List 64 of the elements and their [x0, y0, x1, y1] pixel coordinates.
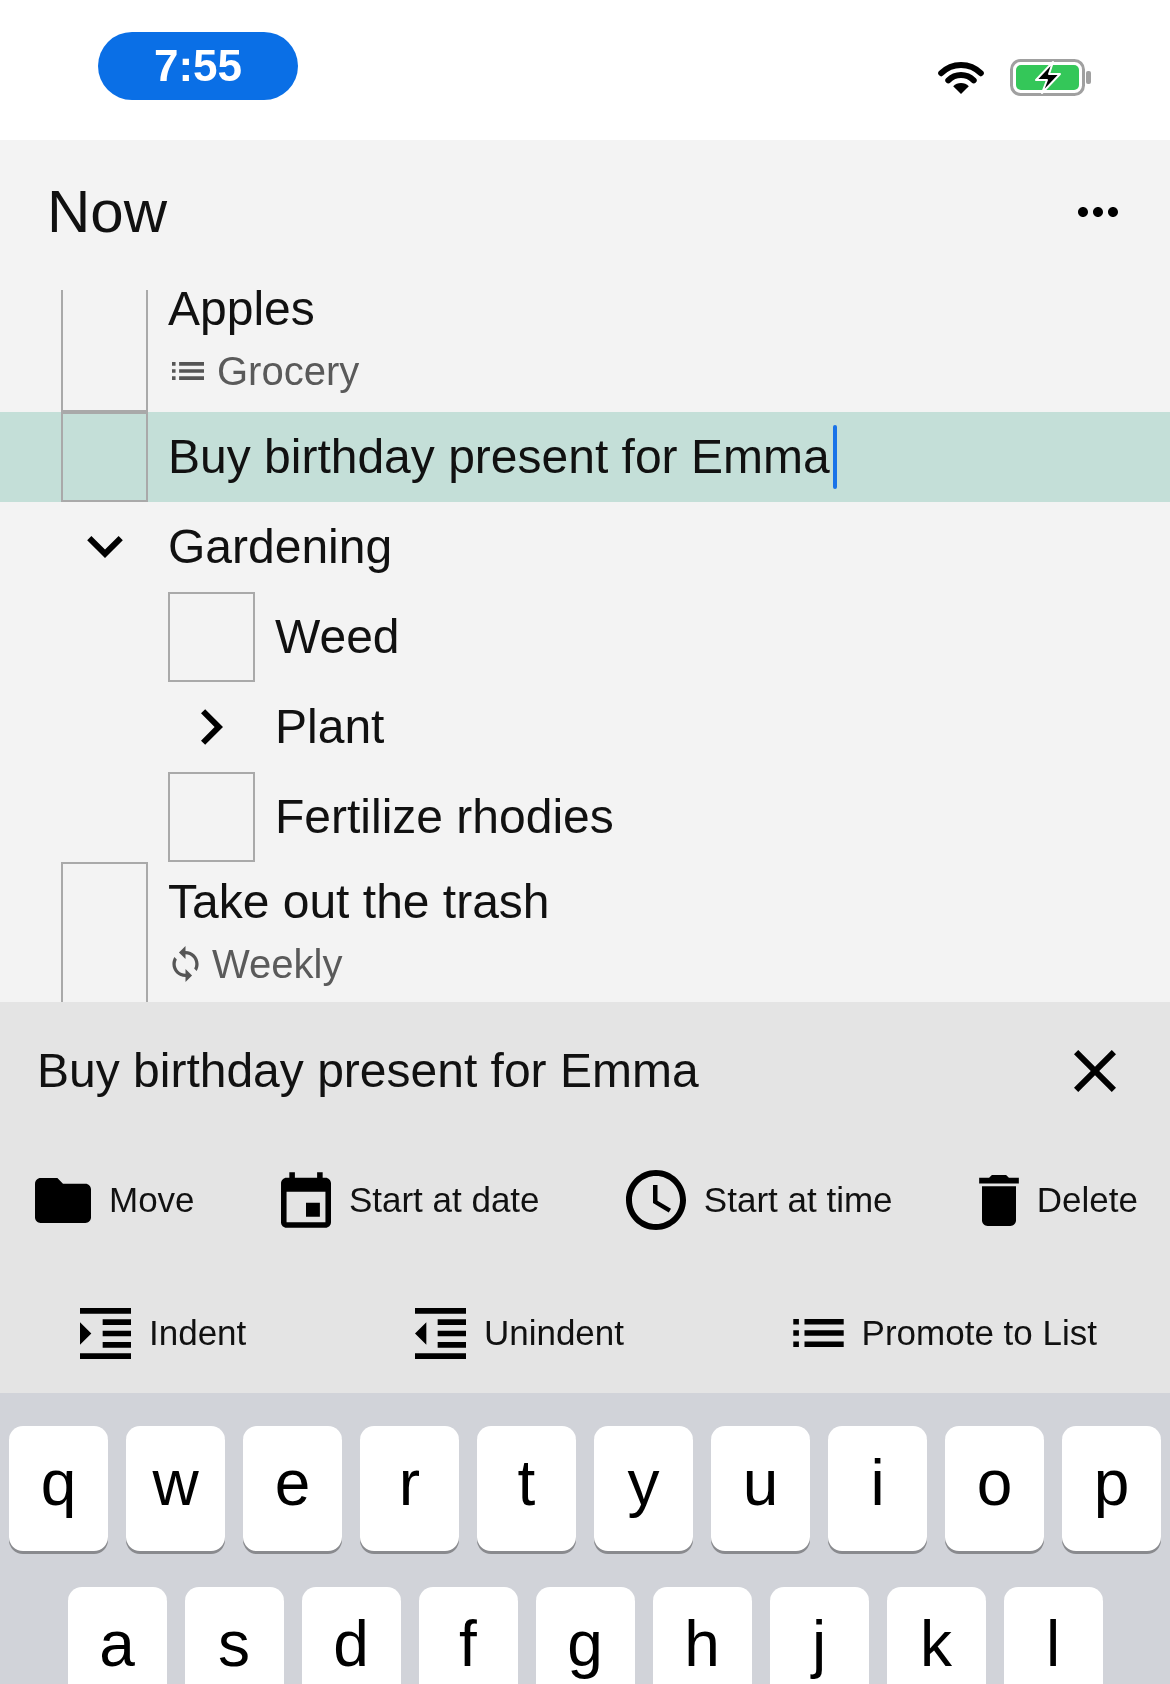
group-row[interactable]: Plant — [0, 682, 1170, 772]
keyboard-key[interactable]: a — [67, 1587, 167, 1684]
start-time-button[interactable]: Start at time — [625, 1170, 893, 1230]
promote-to-list-button[interactable]: Promote to List — [792, 1313, 1097, 1353]
task-title: Buy birthday present for Emma — [168, 429, 830, 485]
repeat-icon — [172, 946, 199, 982]
keyboard-key[interactable]: l — [1003, 1587, 1103, 1684]
unindent-button[interactable]: Unindent — [414, 1307, 624, 1359]
task-row[interactable]: Fertilize rhodies — [0, 772, 1170, 862]
clock-icon — [625, 1170, 686, 1230]
keyboard-key[interactable]: g — [535, 1587, 635, 1684]
page-title: Now — [47, 179, 168, 245]
chevron-right-icon[interactable] — [200, 709, 223, 745]
checkbox[interactable] — [168, 772, 255, 862]
indent-icon — [80, 1307, 131, 1359]
list-icon — [792, 1319, 844, 1347]
keyboard-key[interactable]: e — [243, 1426, 342, 1551]
keyboard-key[interactable]: u — [711, 1426, 810, 1551]
start-date-button[interactable]: Start at date — [280, 1172, 540, 1228]
group-title: Gardening — [168, 519, 393, 575]
keyboard-key[interactable]: o — [945, 1426, 1044, 1551]
close-icon[interactable] — [1074, 1050, 1116, 1092]
keyboard-key[interactable]: y — [594, 1426, 693, 1551]
calendar-icon — [280, 1172, 331, 1228]
trash-icon — [978, 1174, 1019, 1226]
delete-button[interactable]: Delete — [978, 1174, 1138, 1226]
task-row[interactable]: Weed — [0, 592, 1170, 682]
task-title: Take out the trash — [168, 874, 550, 930]
editor-title: Buy birthday present for Emma — [37, 1043, 699, 1099]
checkbox[interactable] — [61, 412, 148, 502]
keyboard-key[interactable]: q — [9, 1426, 108, 1551]
wifi-icon — [937, 59, 985, 96]
keyboard-key[interactable]: s — [184, 1587, 284, 1684]
indent-button[interactable]: Indent — [80, 1307, 247, 1359]
battery-charging-icon — [1010, 59, 1091, 96]
keyboard-key[interactable]: h — [652, 1587, 752, 1684]
task-row[interactable]: Apples Grocery — [0, 290, 1170, 412]
task-title: Apples — [168, 290, 315, 337]
keyboard-key[interactable]: p — [1062, 1426, 1161, 1551]
keyboard-key[interactable]: i — [828, 1426, 927, 1551]
list-name: Grocery — [217, 348, 360, 395]
task-title: Weed — [275, 609, 400, 665]
keyboard-key[interactable]: w — [126, 1426, 225, 1551]
keyboard-key[interactable]: r — [360, 1426, 459, 1551]
keyboard-key[interactable]: f — [418, 1587, 518, 1684]
repeat-label: Weekly — [212, 941, 343, 988]
checkbox[interactable] — [61, 290, 148, 412]
task-row[interactable]: Buy birthday present for Emma — [0, 412, 1170, 502]
group-title: Plant — [275, 699, 385, 755]
task-title: Fertilize rhodies — [275, 789, 614, 845]
keyboard-key[interactable]: t — [477, 1426, 576, 1551]
keyboard-key[interactable]: k — [886, 1587, 986, 1684]
keyboard-key[interactable]: j — [769, 1587, 869, 1684]
folder-icon — [35, 1177, 91, 1223]
checkbox[interactable] — [168, 592, 255, 682]
text-cursor — [832, 425, 837, 489]
status-time: 7:55 — [98, 32, 298, 100]
keyboard-key[interactable]: d — [301, 1587, 401, 1684]
move-button[interactable]: Move — [35, 1177, 195, 1223]
list-icon — [172, 362, 204, 380]
more-icon[interactable] — [1078, 207, 1118, 217]
group-row[interactable]: Gardening — [0, 502, 1170, 592]
unindent-icon — [414, 1307, 466, 1359]
chevron-down-icon[interactable] — [86, 536, 123, 558]
